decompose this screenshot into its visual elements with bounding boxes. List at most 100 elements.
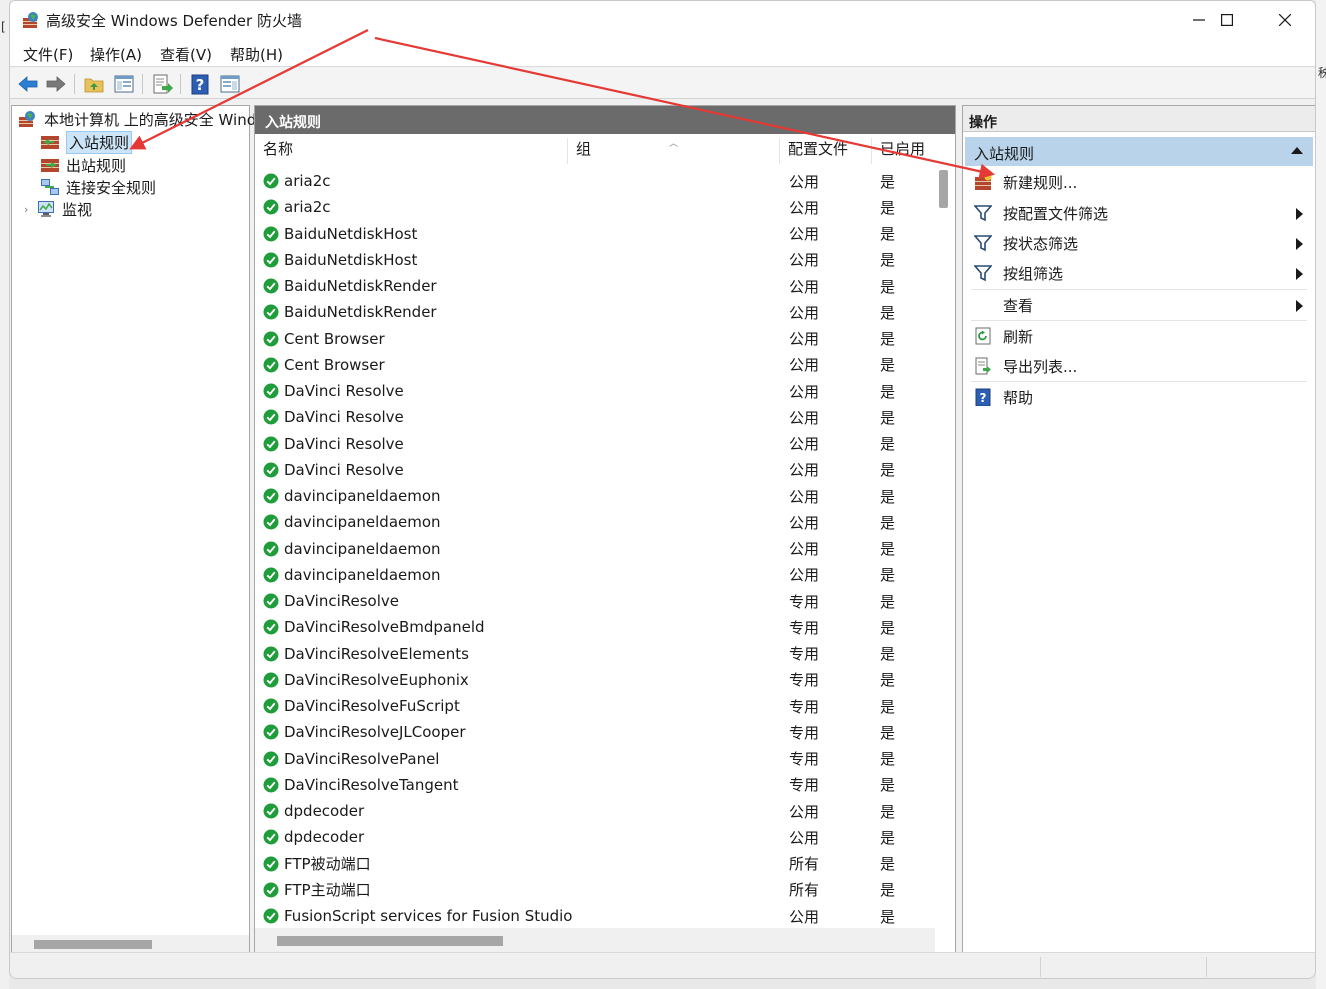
tree-item-inbound-rules[interactable]: 入站规则 [40, 130, 133, 154]
tree-item-connection-security-rules[interactable]: 连接安全规则 [40, 176, 156, 198]
table-row[interactable]: davincipaneldaemon 公用 是 [255, 509, 935, 535]
actions-group-inbound-rules[interactable]: 入站规则 [965, 137, 1313, 166]
action-pane-icon[interactable] [218, 72, 242, 96]
rule-profile-cell: 所有 [789, 881, 820, 900]
action-label: 帮助 [1003, 388, 1034, 407]
forward-icon[interactable] [44, 72, 68, 96]
table-row[interactable]: DaVinciResolveBmdpaneld 专用 是 [255, 614, 935, 640]
firewall-root-icon [19, 111, 35, 127]
action-new-rule[interactable]: 新建规则... [965, 167, 1313, 197]
export-list-icon[interactable] [150, 72, 174, 96]
table-row[interactable]: davincipaneldaemon 公用 是 [255, 483, 935, 509]
rule-enabled-cell: 是 [880, 251, 896, 270]
table-row[interactable]: DaVinci Resolve 公用 是 [255, 457, 935, 483]
close-button[interactable] [1256, 1, 1314, 39]
actions-pane: 操作 入站规则 新建规则... 按配置文件筛选 按状态筛选 按组筛选 查看 刷新… [962, 105, 1315, 953]
rule-name-cell: aria2c [284, 198, 331, 217]
rule-name-cell: FTP主动端口 [284, 881, 371, 900]
table-row[interactable]: BaiduNetdiskRender 公用 是 [255, 273, 935, 299]
table-row[interactable]: DaVinciResolvePanel 专用 是 [255, 746, 935, 772]
table-row[interactable]: dpdecoder 公用 是 [255, 824, 935, 850]
rule-enabled-cell: 是 [880, 540, 896, 559]
action-help[interactable]: ? 帮助 [965, 382, 1313, 412]
rule-enabled-cell: 是 [880, 356, 896, 375]
table-row[interactable]: DaVinci Resolve 公用 是 [255, 378, 935, 404]
table-row[interactable]: DaVinci Resolve 公用 是 [255, 431, 935, 457]
rule-name-cell: DaVinciResolveEuphonix [284, 670, 469, 689]
menu-action[interactable]: 操作(A) [90, 44, 142, 65]
table-row[interactable]: FusionScript services for Fusion Studio 公… [255, 903, 935, 929]
help-icon[interactable]: ? [188, 72, 212, 96]
tree-scroll-thumb[interactable] [34, 940, 152, 949]
column-header-name[interactable]: 名称 [263, 138, 563, 164]
rule-enabled-check-icon [263, 751, 279, 767]
rule-profile-cell: 公用 [789, 251, 820, 270]
menu-view[interactable]: 查看(V) [160, 44, 212, 65]
table-row[interactable]: DaVinciResolveElements 专用 是 [255, 641, 935, 667]
table-row[interactable]: FTP主动端口 所有 是 [255, 877, 935, 903]
menu-help[interactable]: 帮助(H) [230, 44, 283, 65]
rule-enabled-cell: 是 [880, 225, 896, 244]
tree-horizontal-scrollbar[interactable] [12, 935, 249, 952]
action-filter-by-profile[interactable]: 按配置文件筛选 [965, 198, 1313, 228]
show-hide-console-icon[interactable] [112, 72, 136, 96]
table-row[interactable]: FTP被动端口 所有 是 [255, 851, 935, 877]
rule-profile-cell: 公用 [789, 802, 820, 821]
desktop-left-glyph: [ [1, 20, 6, 34]
rule-enabled-cell: 是 [880, 198, 896, 217]
title-bar[interactable]: 高级安全 Windows Defender 防火墙 [10, 1, 1315, 39]
action-filter-by-state[interactable]: 按状态筛选 [965, 228, 1313, 258]
tree-item-outbound-rules[interactable]: 出站规则 [40, 154, 126, 176]
filter-icon [974, 265, 992, 282]
tree-item-monitor[interactable]: › 监视 [24, 198, 92, 220]
action-label: 按配置文件筛选 [1003, 204, 1109, 223]
collapse-caret-icon[interactable] [1291, 146, 1303, 154]
rule-profile-cell: 专用 [789, 645, 820, 664]
action-view[interactable]: 查看 [965, 290, 1313, 320]
table-row[interactable]: aria2c 公用 是 [255, 168, 935, 194]
up-folder-icon[interactable] [82, 72, 106, 96]
table-row[interactable]: Cent Browser 公用 是 [255, 326, 935, 352]
action-label: 查看 [1003, 296, 1034, 315]
table-row[interactable]: BaiduNetdiskHost 公用 是 [255, 221, 935, 247]
table-row[interactable]: DaVinciResolveTangent 专用 是 [255, 772, 935, 798]
rule-enabled-cell: 是 [880, 881, 896, 900]
connection-security-icon [41, 179, 59, 195]
table-row[interactable]: BaiduNetdiskHost 公用 是 [255, 247, 935, 273]
list-vscroll-thumb[interactable] [939, 170, 948, 208]
menu-file[interactable]: 文件(F) [23, 44, 73, 65]
table-row[interactable]: BaiduNetdiskRender 公用 是 [255, 299, 935, 325]
column-header-enabled[interactable]: 已启用 [880, 138, 928, 164]
table-row[interactable]: DaVinciResolve 专用 是 [255, 588, 935, 614]
column-divider[interactable] [871, 138, 872, 164]
back-icon[interactable] [16, 72, 40, 96]
monitor-icon [38, 201, 54, 217]
action-export-list[interactable]: 导出列表... [965, 351, 1313, 381]
table-row[interactable]: dpdecoder 公用 是 [255, 798, 935, 824]
table-row[interactable]: DaVinciResolveJLCooper 专用 是 [255, 719, 935, 745]
rule-enabled-cell: 是 [880, 330, 896, 349]
table-row[interactable]: davincipaneldaemon 公用 是 [255, 562, 935, 588]
rule-enabled-check-icon [263, 409, 279, 425]
svg-text:?: ? [196, 76, 205, 94]
expand-chevron-icon[interactable]: › [24, 203, 36, 216]
table-row[interactable]: davincipaneldaemon 公用 是 [255, 536, 935, 562]
table-row[interactable]: DaVinciResolveEuphonix 专用 是 [255, 667, 935, 693]
rule-profile-cell: 公用 [789, 303, 820, 322]
maximize-button[interactable] [1198, 1, 1256, 39]
action-refresh[interactable]: 刷新 [965, 321, 1313, 351]
list-vertical-scrollbar[interactable] [935, 164, 952, 928]
table-row[interactable]: DaVinci Resolve 公用 是 [255, 404, 935, 430]
column-header-profile[interactable]: 配置文件 [788, 138, 868, 164]
column-divider[interactable] [567, 138, 568, 164]
action-filter-by-group[interactable]: 按组筛选 [965, 258, 1313, 288]
column-divider[interactable] [779, 138, 780, 164]
rule-name-cell: DaVinciResolveTangent [284, 775, 459, 794]
rule-enabled-cell: 是 [880, 172, 896, 191]
table-row[interactable]: Cent Browser 公用 是 [255, 352, 935, 378]
rule-enabled-check-icon [263, 829, 279, 845]
list-hscroll-thumb[interactable] [277, 936, 503, 946]
list-horizontal-scrollbar[interactable] [255, 928, 935, 952]
table-row[interactable]: aria2c 公用 是 [255, 194, 935, 220]
table-row[interactable]: DaVinciResolveFuScript 专用 是 [255, 693, 935, 719]
